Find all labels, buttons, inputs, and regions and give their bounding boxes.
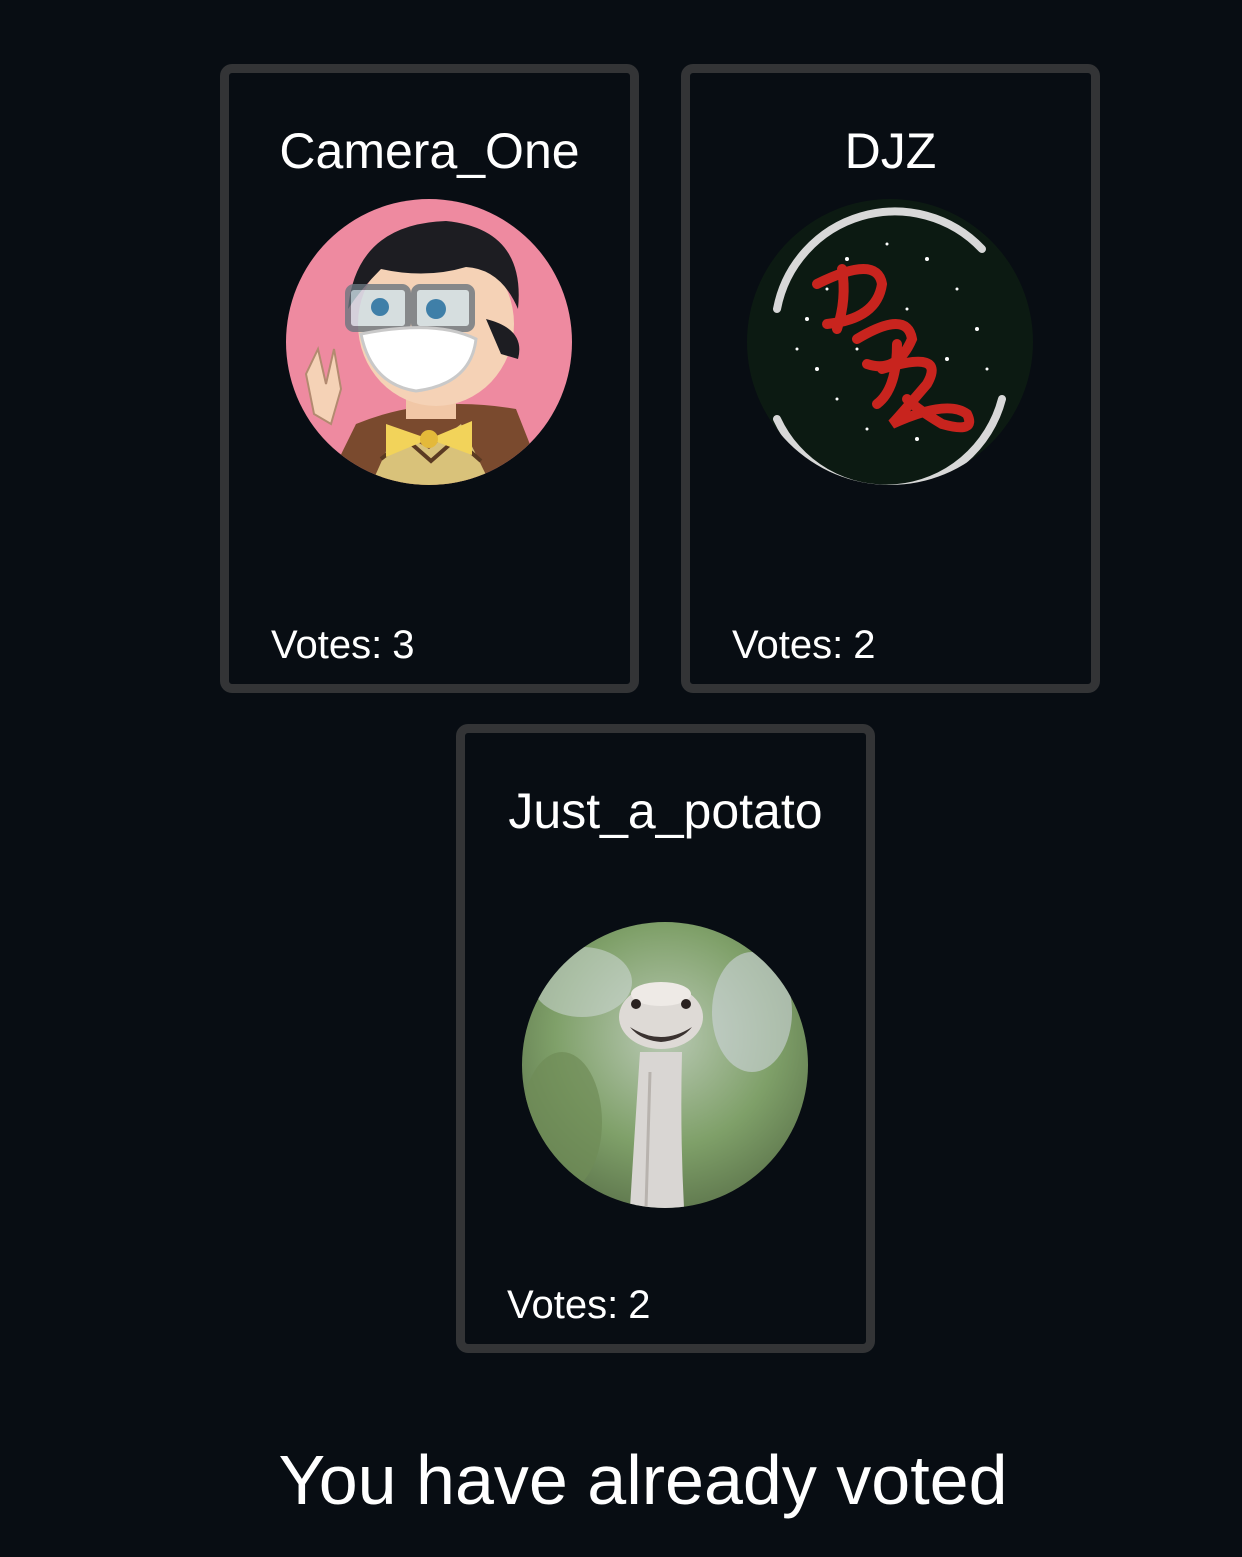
vote-count: Votes: 3 <box>271 621 414 669</box>
candidate-name: Camera_One <box>279 123 580 179</box>
candidate-card-just-a-potato: Just_a_potato Votes: 2 <box>456 724 875 1353</box>
voting-page: Camera_One Votes: 3 DJZ Votes: 2 Just_a_… <box>0 0 1242 1557</box>
vote-count: Votes: 2 <box>507 1281 650 1329</box>
votes-label: Votes: <box>271 623 383 667</box>
votes-value: 3 <box>392 623 415 667</box>
djz-logo-avatar <box>747 199 1033 485</box>
candidate-name: Just_a_potato <box>508 783 823 839</box>
votes-value: 2 <box>628 1283 651 1327</box>
votes-value: 2 <box>853 623 876 667</box>
votes-label: Votes: <box>732 623 844 667</box>
candidate-name: DJZ <box>844 123 937 179</box>
ostrich-photo-avatar <box>522 922 808 1208</box>
vote-count: Votes: 2 <box>732 621 875 669</box>
candidate-card-camera-one: Camera_One Votes: 3 <box>220 64 639 693</box>
votes-label: Votes: <box>507 1283 619 1327</box>
anime-character-avatar <box>286 199 572 485</box>
candidate-card-djz: DJZ Votes: 2 <box>681 64 1100 693</box>
already-voted-message: You have already voted <box>278 1441 1008 1519</box>
